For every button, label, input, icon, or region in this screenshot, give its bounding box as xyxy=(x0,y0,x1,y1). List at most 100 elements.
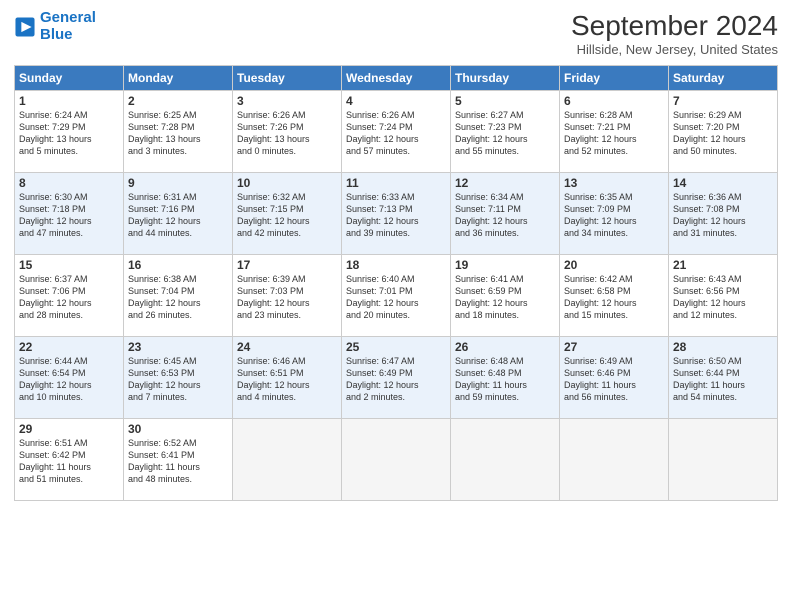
calendar-cell: 13Sunrise: 6:35 AMSunset: 7:09 PMDayligh… xyxy=(560,173,669,255)
day-number: 24 xyxy=(237,340,337,354)
calendar-cell: 26Sunrise: 6:48 AMSunset: 6:48 PMDayligh… xyxy=(451,337,560,419)
day-number: 27 xyxy=(564,340,664,354)
calendar-cell: 5Sunrise: 6:27 AMSunset: 7:23 PMDaylight… xyxy=(451,91,560,173)
calendar-cell: 14Sunrise: 6:36 AMSunset: 7:08 PMDayligh… xyxy=(669,173,778,255)
day-number: 9 xyxy=(128,176,228,190)
col-header-tuesday: Tuesday xyxy=(233,66,342,91)
day-number: 14 xyxy=(673,176,773,190)
col-header-sunday: Sunday xyxy=(15,66,124,91)
calendar-cell: 17Sunrise: 6:39 AMSunset: 7:03 PMDayligh… xyxy=(233,255,342,337)
day-number: 26 xyxy=(455,340,555,354)
logo-text: General Blue xyxy=(40,10,96,43)
week-row: 29Sunrise: 6:51 AMSunset: 6:42 PMDayligh… xyxy=(15,419,778,501)
cell-info: Sunrise: 6:40 AMSunset: 7:01 PMDaylight:… xyxy=(346,273,446,322)
week-row: 8Sunrise: 6:30 AMSunset: 7:18 PMDaylight… xyxy=(15,173,778,255)
day-number: 7 xyxy=(673,94,773,108)
calendar-cell: 11Sunrise: 6:33 AMSunset: 7:13 PMDayligh… xyxy=(342,173,451,255)
day-number: 10 xyxy=(237,176,337,190)
cell-info: Sunrise: 6:28 AMSunset: 7:21 PMDaylight:… xyxy=(564,109,664,158)
cell-info: Sunrise: 6:50 AMSunset: 6:44 PMDaylight:… xyxy=(673,355,773,404)
calendar-cell: 7Sunrise: 6:29 AMSunset: 7:20 PMDaylight… xyxy=(669,91,778,173)
day-number: 16 xyxy=(128,258,228,272)
cell-info: Sunrise: 6:39 AMSunset: 7:03 PMDaylight:… xyxy=(237,273,337,322)
day-number: 3 xyxy=(237,94,337,108)
calendar-cell: 6Sunrise: 6:28 AMSunset: 7:21 PMDaylight… xyxy=(560,91,669,173)
cell-info: Sunrise: 6:24 AMSunset: 7:29 PMDaylight:… xyxy=(19,109,119,158)
cell-info: Sunrise: 6:33 AMSunset: 7:13 PMDaylight:… xyxy=(346,191,446,240)
col-header-saturday: Saturday xyxy=(669,66,778,91)
cell-info: Sunrise: 6:48 AMSunset: 6:48 PMDaylight:… xyxy=(455,355,555,404)
cell-info: Sunrise: 6:37 AMSunset: 7:06 PMDaylight:… xyxy=(19,273,119,322)
calendar-cell: 1Sunrise: 6:24 AMSunset: 7:29 PMDaylight… xyxy=(15,91,124,173)
calendar-cell: 23Sunrise: 6:45 AMSunset: 6:53 PMDayligh… xyxy=(124,337,233,419)
col-header-wednesday: Wednesday xyxy=(342,66,451,91)
page-header: General Blue September 2024 Hillside, Ne… xyxy=(14,10,778,57)
calendar-cell: 8Sunrise: 6:30 AMSunset: 7:18 PMDaylight… xyxy=(15,173,124,255)
col-header-monday: Monday xyxy=(124,66,233,91)
week-row: 15Sunrise: 6:37 AMSunset: 7:06 PMDayligh… xyxy=(15,255,778,337)
col-header-friday: Friday xyxy=(560,66,669,91)
day-number: 19 xyxy=(455,258,555,272)
cell-info: Sunrise: 6:42 AMSunset: 6:58 PMDaylight:… xyxy=(564,273,664,322)
day-number: 30 xyxy=(128,422,228,436)
day-number: 22 xyxy=(19,340,119,354)
week-row: 1Sunrise: 6:24 AMSunset: 7:29 PMDaylight… xyxy=(15,91,778,173)
cell-info: Sunrise: 6:43 AMSunset: 6:56 PMDaylight:… xyxy=(673,273,773,322)
calendar-cell: 22Sunrise: 6:44 AMSunset: 6:54 PMDayligh… xyxy=(15,337,124,419)
cell-info: Sunrise: 6:34 AMSunset: 7:11 PMDaylight:… xyxy=(455,191,555,240)
cell-info: Sunrise: 6:27 AMSunset: 7:23 PMDaylight:… xyxy=(455,109,555,158)
calendar-cell: 20Sunrise: 6:42 AMSunset: 6:58 PMDayligh… xyxy=(560,255,669,337)
header-row: SundayMondayTuesdayWednesdayThursdayFrid… xyxy=(15,66,778,91)
day-number: 25 xyxy=(346,340,446,354)
calendar-cell: 19Sunrise: 6:41 AMSunset: 6:59 PMDayligh… xyxy=(451,255,560,337)
calendar-cell: 28Sunrise: 6:50 AMSunset: 6:44 PMDayligh… xyxy=(669,337,778,419)
calendar-cell: 3Sunrise: 6:26 AMSunset: 7:26 PMDaylight… xyxy=(233,91,342,173)
day-number: 12 xyxy=(455,176,555,190)
day-number: 2 xyxy=(128,94,228,108)
page-container: General Blue September 2024 Hillside, Ne… xyxy=(0,0,792,511)
day-number: 4 xyxy=(346,94,446,108)
calendar-cell: 16Sunrise: 6:38 AMSunset: 7:04 PMDayligh… xyxy=(124,255,233,337)
calendar-cell: 24Sunrise: 6:46 AMSunset: 6:51 PMDayligh… xyxy=(233,337,342,419)
cell-info: Sunrise: 6:49 AMSunset: 6:46 PMDaylight:… xyxy=(564,355,664,404)
cell-info: Sunrise: 6:26 AMSunset: 7:26 PMDaylight:… xyxy=(237,109,337,158)
cell-info: Sunrise: 6:30 AMSunset: 7:18 PMDaylight:… xyxy=(19,191,119,240)
cell-info: Sunrise: 6:29 AMSunset: 7:20 PMDaylight:… xyxy=(673,109,773,158)
calendar-cell: 25Sunrise: 6:47 AMSunset: 6:49 PMDayligh… xyxy=(342,337,451,419)
day-number: 20 xyxy=(564,258,664,272)
day-number: 17 xyxy=(237,258,337,272)
title-area: September 2024 Hillside, New Jersey, Uni… xyxy=(571,10,778,57)
day-number: 29 xyxy=(19,422,119,436)
cell-info: Sunrise: 6:26 AMSunset: 7:24 PMDaylight:… xyxy=(346,109,446,158)
calendar-cell: 30Sunrise: 6:52 AMSunset: 6:41 PMDayligh… xyxy=(124,419,233,501)
cell-info: Sunrise: 6:52 AMSunset: 6:41 PMDaylight:… xyxy=(128,437,228,486)
day-number: 23 xyxy=(128,340,228,354)
day-number: 1 xyxy=(19,94,119,108)
cell-info: Sunrise: 6:44 AMSunset: 6:54 PMDaylight:… xyxy=(19,355,119,404)
col-header-thursday: Thursday xyxy=(451,66,560,91)
cell-info: Sunrise: 6:46 AMSunset: 6:51 PMDaylight:… xyxy=(237,355,337,404)
day-number: 6 xyxy=(564,94,664,108)
day-number: 8 xyxy=(19,176,119,190)
calendar-cell: 10Sunrise: 6:32 AMSunset: 7:15 PMDayligh… xyxy=(233,173,342,255)
day-number: 28 xyxy=(673,340,773,354)
cell-info: Sunrise: 6:25 AMSunset: 7:28 PMDaylight:… xyxy=(128,109,228,158)
day-number: 21 xyxy=(673,258,773,272)
logo-line1: General xyxy=(40,9,96,26)
logo-line2: Blue xyxy=(40,26,73,43)
cell-info: Sunrise: 6:35 AMSunset: 7:09 PMDaylight:… xyxy=(564,191,664,240)
location: Hillside, New Jersey, United States xyxy=(571,42,778,57)
calendar-cell: 21Sunrise: 6:43 AMSunset: 6:56 PMDayligh… xyxy=(669,255,778,337)
logo: General Blue xyxy=(14,10,96,43)
day-number: 18 xyxy=(346,258,446,272)
calendar-table: SundayMondayTuesdayWednesdayThursdayFrid… xyxy=(14,65,778,501)
logo-icon xyxy=(14,16,36,38)
cell-info: Sunrise: 6:51 AMSunset: 6:42 PMDaylight:… xyxy=(19,437,119,486)
day-number: 15 xyxy=(19,258,119,272)
cell-info: Sunrise: 6:47 AMSunset: 6:49 PMDaylight:… xyxy=(346,355,446,404)
calendar-cell: 29Sunrise: 6:51 AMSunset: 6:42 PMDayligh… xyxy=(15,419,124,501)
calendar-cell: 2Sunrise: 6:25 AMSunset: 7:28 PMDaylight… xyxy=(124,91,233,173)
calendar-cell: 4Sunrise: 6:26 AMSunset: 7:24 PMDaylight… xyxy=(342,91,451,173)
calendar-cell: 18Sunrise: 6:40 AMSunset: 7:01 PMDayligh… xyxy=(342,255,451,337)
day-number: 5 xyxy=(455,94,555,108)
